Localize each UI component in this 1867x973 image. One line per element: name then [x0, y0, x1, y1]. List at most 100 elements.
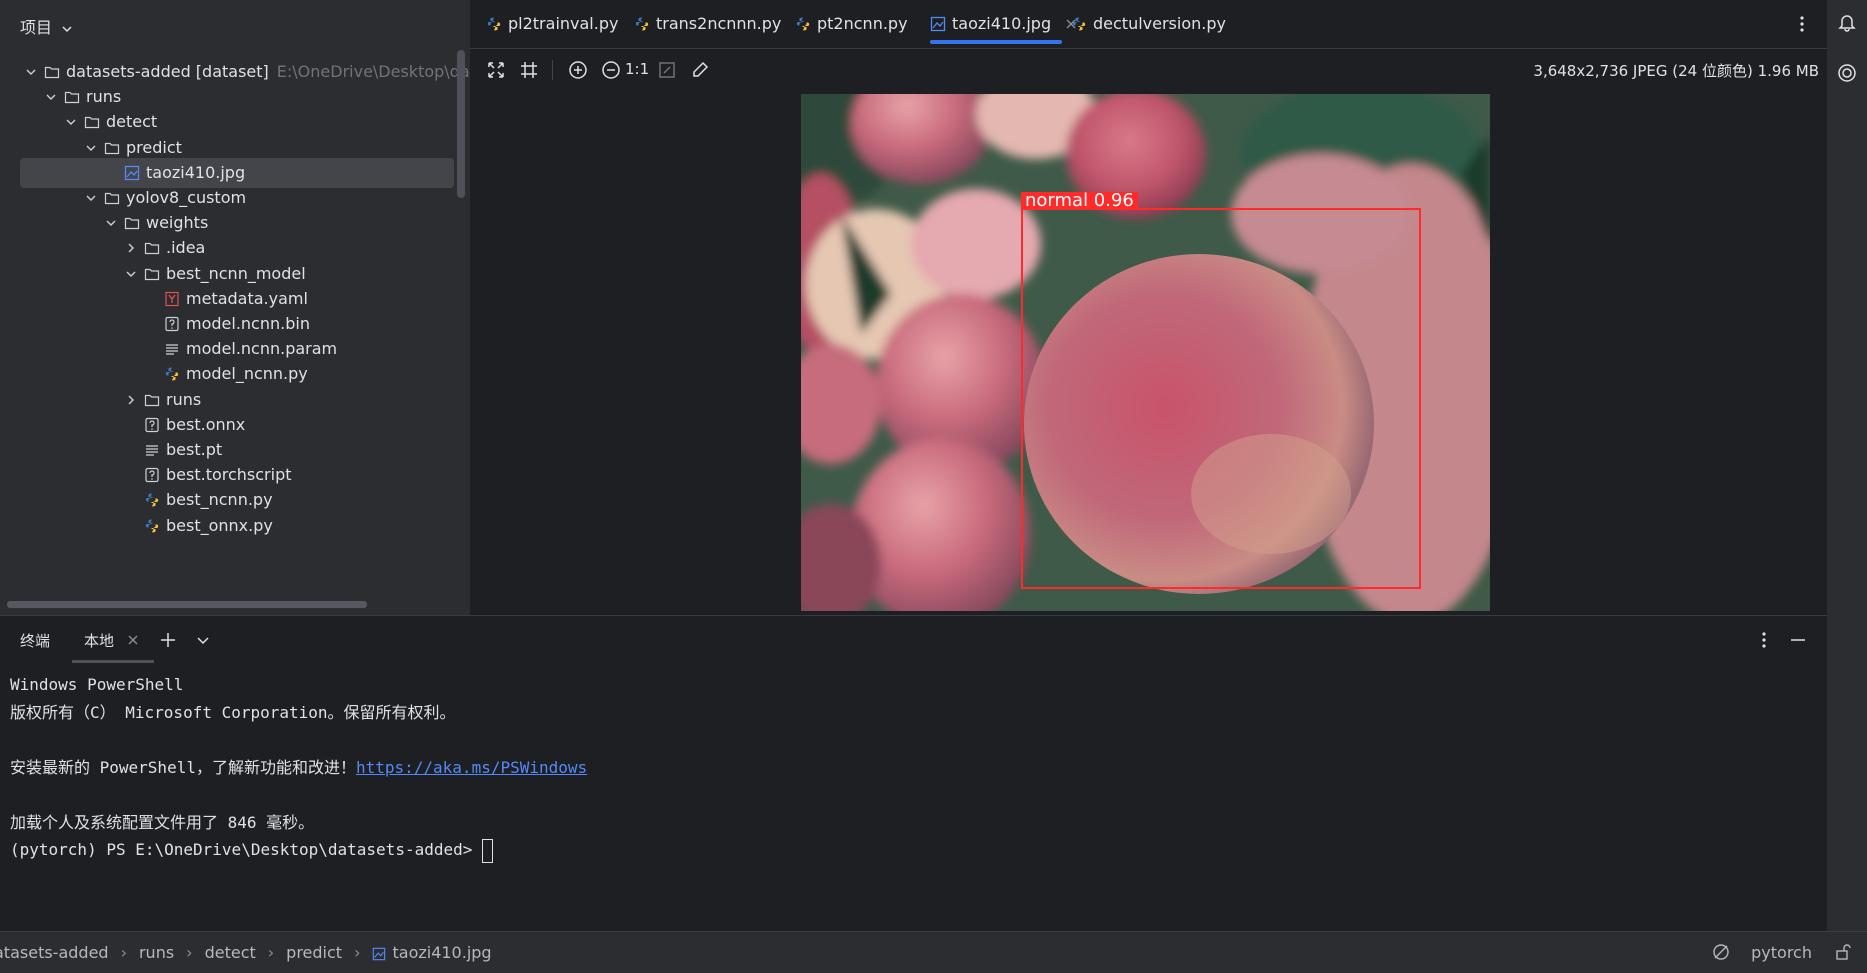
- terminal-panel: 终端 本地 Windows PowerShell 版权所有（C） Microso…: [0, 615, 1827, 932]
- image-file-icon: [124, 165, 140, 180]
- breadcrumb-item[interactable]: atasets-added: [0, 943, 109, 962]
- unknown-file-icon: [165, 316, 179, 332]
- folder-icon: [144, 268, 160, 280]
- chevron-down-icon[interactable]: [24, 65, 38, 79]
- image-file-icon: [373, 947, 386, 960]
- editor-tab-label: taozi410.jpg: [952, 14, 1052, 33]
- tree-item-label: predict: [126, 137, 182, 157]
- right-tool-strip: [1827, 0, 1867, 972]
- chevron-down-icon[interactable]: [124, 267, 138, 281]
- breadcrumb-item[interactable]: runs: [139, 943, 174, 962]
- close-tab-icon[interactable]: [128, 635, 138, 645]
- zoom-out-icon[interactable]: [601, 60, 621, 80]
- terminal-line: 安装最新的 PowerShell，了解新功能和改进！: [10, 757, 356, 777]
- tree-item-label: best.onnx: [166, 414, 246, 434]
- python-file-icon: [487, 17, 501, 31]
- tree-item-label: metadata.yaml: [186, 288, 308, 308]
- chevron-down-icon[interactable]: [64, 115, 78, 129]
- text-file-icon: [166, 344, 178, 355]
- unknown-file-icon: [145, 417, 159, 432]
- chevron-down-icon: [62, 25, 72, 32]
- chevron-down-icon[interactable]: [84, 191, 98, 205]
- terminal-line: 版权所有（C） Microsoft Corporation。保留所有权利。: [10, 702, 456, 722]
- active-tab-indicator: [72, 660, 154, 663]
- editor-tab[interactable]: trans2ncnnn.py: [634, 0, 781, 48]
- image-file-icon: [930, 16, 946, 32]
- zoom-in-icon[interactable]: [568, 60, 588, 80]
- tree-item-label: model_ncnn.py: [186, 364, 308, 384]
- terminal-tab-local[interactable]: 本地: [84, 630, 114, 651]
- image-viewer[interactable]: normal 0.96: [801, 94, 1490, 611]
- chevron-down-icon[interactable]: [196, 634, 210, 648]
- editor-tab[interactable]: pt2ncnn.py: [795, 0, 908, 48]
- python-interpreter[interactable]: pytorch: [1751, 932, 1812, 973]
- fit-to-window-icon[interactable]: [486, 60, 506, 80]
- tree-horizontal-scrollbar[interactable]: [7, 601, 367, 608]
- terminal-output[interactable]: Windows PowerShell 版权所有（C） Microsoft Cor…: [10, 671, 587, 864]
- breadcrumb-separator: ›: [186, 943, 193, 962]
- terminal-cursor[interactable]: [482, 838, 494, 863]
- python-file-icon: [145, 493, 159, 507]
- tree-item-label: best_ncnn_model: [166, 263, 306, 283]
- status-bar: atasets-added › runs › detect › predict › taozi4…: [0, 931, 1867, 973]
- unlock-icon[interactable]: [1834, 943, 1852, 961]
- project-title: 项目: [20, 18, 53, 37]
- tree-item-label: model.ncnn.bin: [186, 314, 310, 333]
- terminal-line: Windows PowerShell: [10, 675, 184, 694]
- breadcrumb-separator: ›: [267, 943, 275, 962]
- editor-tab[interactable]: taozi410.jpg: [930, 0, 1076, 48]
- breadcrumb-item[interactable]: taozi410.jpg: [392, 943, 491, 962]
- grid-icon[interactable]: [519, 60, 539, 80]
- breadcrumb-separator: ›: [120, 943, 127, 962]
- folder-icon: [144, 243, 160, 255]
- actual-size-button[interactable]: 1:1: [625, 60, 649, 78]
- tree-item[interactable]: best_onnx.py: [20, 511, 454, 541]
- tree-item-label: yolov8_custom: [126, 188, 247, 207]
- tree-item-label: weights: [146, 213, 209, 233]
- editor-tab-label: dectulversion.py: [1093, 14, 1226, 33]
- tree-item-label: runs: [86, 87, 122, 107]
- folder-icon: [144, 394, 160, 406]
- unknown-file-icon: [145, 468, 159, 483]
- image-info: 3,648x2,736 JPEG (24 位颜色) 1.96 MB: [1533, 62, 1819, 80]
- breadcrumb-item[interactable]: detect: [205, 943, 256, 962]
- color-picker-icon[interactable]: [690, 60, 710, 80]
- chevron-down-icon[interactable]: [104, 216, 118, 230]
- editor-tab[interactable]: pl2trainval.py: [486, 0, 619, 48]
- breadcrumb-item[interactable]: predict: [286, 943, 342, 962]
- python-file-icon: [145, 519, 159, 533]
- python-file-icon: [635, 17, 649, 31]
- tree-item-label: runs: [166, 389, 202, 409]
- chevron-right-icon[interactable]: [124, 241, 138, 255]
- terminal-prompt: (pytorch) PS E:\OneDrive\Desktop\dataset…: [10, 840, 473, 859]
- project-view-selector[interactable]: 项目: [20, 14, 73, 38]
- minimize-icon[interactable]: [1788, 630, 1808, 650]
- tree-item-label: best.torchscript: [166, 465, 292, 485]
- chevron-down-icon[interactable]: [84, 141, 98, 155]
- new-tab-icon[interactable]: [160, 632, 176, 648]
- tree-item-path: E:\OneDrive\Desktop\datase: [276, 62, 470, 81]
- ai-assistant-icon[interactable]: [1837, 63, 1857, 83]
- tree-item-label: model.ncnn.param: [186, 339, 338, 359]
- breadcrumb: atasets-added › runs › detect › predict › taozi4…: [0, 932, 492, 973]
- terminal-line: 加载个人及系统配置文件用了 846 毫秒。: [10, 812, 315, 832]
- more-tabs-icon[interactable]: [1792, 14, 1812, 34]
- chevron-right-icon[interactable]: [124, 393, 138, 407]
- editor-tab-label: pl2trainval.py: [508, 14, 619, 33]
- python-file-icon: [1072, 17, 1086, 31]
- folder-icon: [84, 117, 100, 129]
- project-panel: 项目 datasets-added [dataset] E:\OneDrive\D…: [0, 0, 470, 615]
- chevron-down-icon[interactable]: [44, 90, 58, 104]
- notifications-icon[interactable]: [1837, 12, 1857, 32]
- detection-label: normal 0.96: [1021, 192, 1138, 210]
- background-icon[interactable]: [657, 60, 677, 80]
- tree-vertical-scrollbar[interactable]: [457, 50, 465, 198]
- no-power-save-icon[interactable]: [1712, 943, 1730, 961]
- folder-icon: [44, 66, 60, 79]
- editor-tab-label: trans2ncnnn.py: [656, 14, 782, 33]
- terminal-options-icon[interactable]: [1754, 630, 1774, 650]
- powershell-link[interactable]: https://aka.ms/PSWindows: [356, 758, 587, 777]
- editor-tab[interactable]: dectulversion.py: [1071, 0, 1226, 48]
- folder-icon: [124, 218, 140, 230]
- breadcrumb-separator: ›: [354, 943, 361, 962]
